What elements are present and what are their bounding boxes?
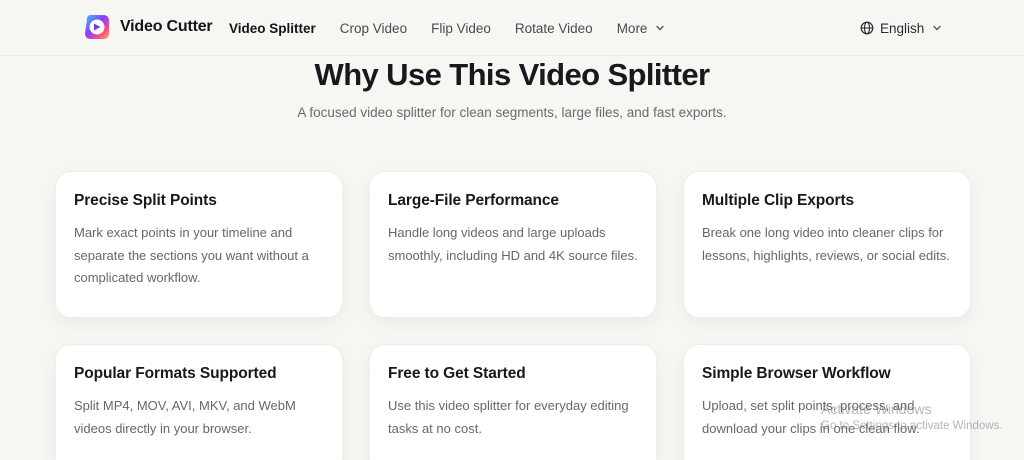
nav-more-dropdown[interactable]: More (617, 21, 666, 36)
video-cutter-logo-icon (85, 15, 109, 39)
feature-card-title: Large-File Performance (388, 192, 559, 209)
top-nav-bar: Video Cutter Video Splitter Crop Video F… (0, 0, 1024, 56)
chevron-down-icon (656, 25, 665, 31)
feature-card-title: Precise Split Points (74, 192, 217, 209)
feature-card: Precise Split Points Mark exact points i… (55, 171, 343, 318)
feature-card-text: Mark exact points in your timeline and s… (74, 225, 309, 285)
nav-label: More (616, 20, 648, 36)
nav-video-splitter[interactable]: Video Splitter (229, 21, 316, 36)
brand-name: Video Cutter (120, 18, 213, 35)
section-title: Why Use This Video Splitter (314, 57, 711, 92)
feature-card: Free to Get Started Use this video split… (369, 344, 657, 460)
nav-label: Crop Video (339, 20, 408, 36)
feature-card-text: Break one long video into cleaner clips … (702, 225, 950, 263)
feature-card-title: Multiple Clip Exports (702, 192, 855, 209)
feature-card: Popular Formats Supported Split MP4, MOV… (55, 344, 343, 460)
nav-label: Rotate Video (514, 20, 593, 36)
nav-rotate-video[interactable]: Rotate Video (515, 21, 593, 36)
globe-icon (860, 21, 874, 35)
nav-label: Flip Video (431, 20, 491, 36)
feature-card-text: Split MP4, MOV, AVI, MKV, and WebM video… (74, 398, 296, 436)
language-label: English (880, 20, 925, 36)
feature-card: Large-File Performance Handle long video… (369, 171, 657, 318)
feature-card-title: Simple Browser Workflow (702, 365, 891, 382)
feature-card-text: Use this video splitter for everyday edi… (388, 398, 629, 436)
feature-card-text: Handle long videos and large uploads smo… (388, 225, 638, 263)
section-subtitle: A focused video splitter for clean segme… (297, 105, 727, 120)
main-nav: Video Splitter Crop Video Flip Video Rot… (229, 0, 689, 56)
activate-windows-hint: Go to Settings to activate Windows. (821, 420, 1003, 432)
chevron-down-icon (933, 25, 941, 31)
feature-card-title: Popular Formats Supported (74, 365, 277, 382)
nav-flip-video[interactable]: Flip Video (431, 21, 491, 36)
nav-crop-video[interactable]: Crop Video (340, 21, 407, 36)
feature-card: Multiple Clip Exports Break one long vid… (683, 171, 971, 318)
page: Video Cutter Video Splitter Crop Video F… (0, 0, 1024, 460)
nav-label: Video Splitter (229, 20, 316, 36)
brand-link[interactable]: Video Cutter (83, 13, 213, 41)
feature-card-title: Free to Get Started (388, 365, 526, 382)
language-selector[interactable]: English (860, 0, 942, 56)
activate-windows-watermark: Activate Windows (821, 401, 932, 417)
